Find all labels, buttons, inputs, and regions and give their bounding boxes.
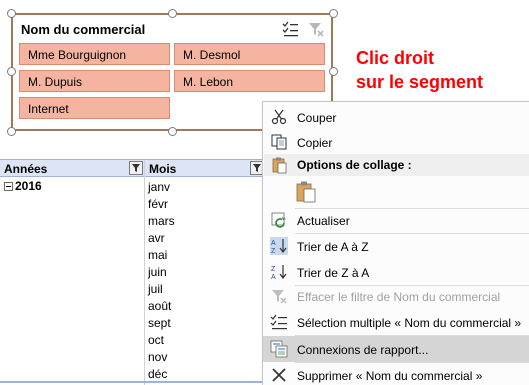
annotation-line-2: sur le segment bbox=[356, 72, 484, 92]
slicer-item-m-lebon[interactable]: M. Lebon bbox=[174, 70, 325, 92]
filter-dropdown-annees[interactable] bbox=[129, 161, 143, 175]
clear-filter-icon bbox=[272, 290, 287, 304]
month-cell: sept bbox=[148, 316, 171, 330]
menu-label: Trier de Z à A bbox=[297, 266, 370, 280]
resize-handle-top-right[interactable] bbox=[329, 9, 338, 18]
resize-handle-bottom-left[interactable] bbox=[7, 127, 16, 136]
clear-filter-icon[interactable] bbox=[307, 20, 325, 38]
slicer-header: Nom du commercial bbox=[19, 19, 327, 41]
month-cell: juin bbox=[148, 265, 167, 279]
svg-text:A: A bbox=[271, 240, 276, 247]
menu-item-trier-a-z[interactable]: A Z Trier de A à Z bbox=[263, 233, 529, 259]
sort-z-a-icon: Z A bbox=[271, 265, 287, 281]
multi-select-icon bbox=[270, 314, 287, 330]
year-label: 2016 bbox=[15, 179, 42, 193]
menu-item-effacer-filtre[interactable]: Effacer le filtre de Nom du commercial bbox=[263, 283, 529, 309]
delete-icon bbox=[272, 368, 286, 382]
resize-handle-bottom-center[interactable] bbox=[168, 127, 177, 136]
paste-clipboard-icon[interactable] bbox=[295, 180, 317, 204]
pivot-bottom-border bbox=[0, 381, 262, 383]
slicer-title: Nom du commercial bbox=[21, 22, 146, 37]
menu-item-selection-multiple[interactable]: Sélection multiple « Nom du commercial » bbox=[263, 309, 529, 335]
copy-icon bbox=[271, 134, 287, 150]
slicer-item-internet[interactable]: Internet bbox=[19, 97, 170, 119]
menu-item-copier[interactable]: Copier bbox=[263, 129, 529, 155]
resize-handle-top-left[interactable] bbox=[7, 9, 16, 18]
menu-label: Effacer le filtre de Nom du commercial bbox=[297, 290, 501, 304]
collapse-icon[interactable] bbox=[4, 182, 13, 191]
menu-item-supprimer[interactable]: Supprimer « Nom du commercial » bbox=[263, 362, 529, 385]
month-cell: mai bbox=[148, 248, 168, 262]
annotation-line-1: Clic droit bbox=[356, 48, 435, 68]
month-cell: janv bbox=[148, 180, 171, 194]
menu-label: Trier de A à Z bbox=[297, 240, 369, 254]
menu-item-connexions-de-rapport[interactable]: Connexions de rapport... bbox=[263, 336, 529, 362]
slicer-item-m-desmol[interactable]: M. Desmol bbox=[174, 43, 325, 65]
multi-select-icon[interactable] bbox=[281, 20, 299, 38]
filter-icon bbox=[132, 164, 140, 172]
paste-icon bbox=[272, 157, 287, 174]
svg-text:Z: Z bbox=[271, 266, 276, 273]
month-cell: oct bbox=[148, 333, 165, 347]
scissors-icon bbox=[271, 109, 287, 125]
resize-handle-middle-left[interactable] bbox=[7, 67, 16, 76]
month-cell: déc bbox=[148, 367, 168, 381]
menu-label: Connexions de rapport... bbox=[297, 343, 429, 357]
svg-text:Z: Z bbox=[271, 248, 276, 255]
month-cell: août bbox=[148, 299, 172, 313]
menu-label: Actualiser bbox=[297, 214, 350, 228]
sort-a-z-icon: A Z bbox=[270, 237, 288, 255]
menu-item-trier-z-a[interactable]: Z A Trier de Z à A bbox=[263, 259, 529, 285]
resize-handle-top-center[interactable] bbox=[168, 9, 177, 18]
month-cell: avr bbox=[148, 231, 165, 245]
svg-text:A: A bbox=[271, 274, 276, 281]
month-cell: nov bbox=[148, 350, 168, 364]
menu-label: Couper bbox=[297, 111, 337, 125]
resize-handle-middle-right[interactable] bbox=[329, 67, 338, 76]
menu-item-actualiser[interactable]: Actualiser bbox=[263, 207, 529, 233]
menu-label: Copier bbox=[297, 136, 333, 150]
column-header-annees: Années bbox=[4, 162, 48, 176]
report-connections-icon bbox=[270, 340, 288, 358]
pivot-header-row: Années Mois bbox=[0, 159, 270, 177]
paste-options-header: Options de collage : bbox=[264, 154, 529, 176]
menu-label: Sélection multiple « Nom du commercial » bbox=[297, 316, 522, 330]
context-menu: Couper Copier Options de collage : Actua… bbox=[262, 101, 529, 385]
slicer-item-m-dupuis[interactable]: M. Dupuis bbox=[19, 70, 170, 92]
column-divider bbox=[144, 160, 145, 385]
month-cell: févr bbox=[148, 197, 169, 211]
paste-options-label: Options de collage : bbox=[297, 158, 412, 172]
month-cell: mars bbox=[148, 214, 175, 228]
menu-label: Supprimer « Nom du commercial » bbox=[297, 369, 483, 383]
slicer-item-mme-bourguignon[interactable]: Mme Bourguignon bbox=[19, 43, 170, 65]
month-cell: juil bbox=[148, 282, 163, 296]
column-header-mois: Mois bbox=[149, 162, 177, 176]
year-row[interactable]: 2016 bbox=[4, 179, 42, 193]
menu-item-couper[interactable]: Couper bbox=[263, 104, 529, 130]
refresh-icon bbox=[271, 212, 286, 228]
